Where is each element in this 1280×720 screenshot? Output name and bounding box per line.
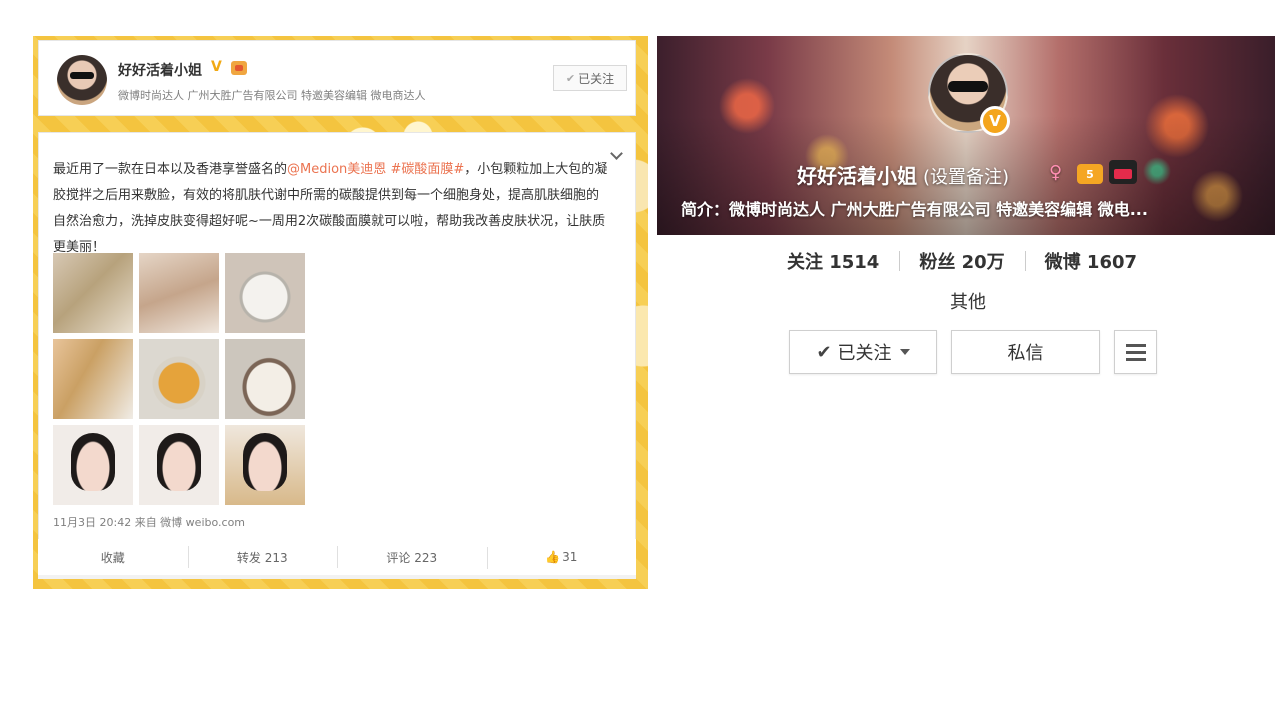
- photo-thumbnail[interactable]: [225, 253, 305, 333]
- caret-down-icon: [899, 349, 910, 355]
- other-link[interactable]: 其他: [920, 288, 1016, 314]
- private-message-button[interactable]: 私信: [951, 330, 1100, 374]
- post-timestamp: 11月3日 20:42 来自 微博 weibo.com: [53, 516, 246, 529]
- profile-stats: 关注 1514 粉丝 20万 微博 1607: [757, 248, 1167, 274]
- thumbs-up-icon: 👍: [545, 550, 561, 564]
- comment-button[interactable]: 评论 223: [337, 545, 487, 568]
- avatar[interactable]: [57, 55, 107, 105]
- like-button[interactable]: 👍 31: [486, 547, 637, 569]
- divider: [38, 575, 636, 579]
- verified-icon: V: [980, 106, 1010, 136]
- post-card: 最近用了一款在日本以及香港享誉盛名的@Medion美迪恩 #碳酸面膜#，小包颗粒…: [38, 132, 636, 576]
- profile-name[interactable]: 好好活着小姐: [118, 60, 202, 80]
- more-menu-button[interactable]: [1114, 330, 1157, 374]
- photo-thumbnail[interactable]: [139, 425, 219, 505]
- sunglasses-shape: [70, 72, 94, 79]
- photo-thumbnail[interactable]: [53, 253, 133, 333]
- weibo-post-screenshot: 好好活着小姐 V 微博时尚达人 广州大胜广告有限公司 特邀美容编辑 微电商达人 …: [33, 36, 648, 589]
- photo-thumbnail[interactable]: [139, 339, 219, 419]
- hamburger-icon: [1125, 357, 1146, 361]
- photo-grid: [53, 253, 313, 505]
- photo-thumbnail[interactable]: [53, 339, 133, 419]
- hamburger-icon: [1125, 350, 1146, 354]
- photo-thumbnail[interactable]: [225, 339, 305, 419]
- like-count: 31: [562, 550, 578, 564]
- posts-count[interactable]: 微博 1607: [1024, 248, 1157, 274]
- followed-dropdown-button[interactable]: ✔ 已关注: [789, 330, 937, 374]
- photo-thumbnail[interactable]: [225, 425, 305, 505]
- photo-thumbnail[interactable]: [139, 253, 219, 333]
- set-remark-link[interactable]: (设置备注): [923, 167, 1009, 188]
- check-icon: ✔: [816, 341, 832, 363]
- banner-name-text: 好好活着小姐: [797, 164, 917, 188]
- followed-label: 已关注: [578, 71, 615, 86]
- banner-profile-name: 好好活着小姐 (设置备注): [797, 160, 1009, 189]
- followed-button[interactable]: ✔ 已关注: [553, 65, 627, 91]
- topic-link[interactable]: #碳酸面膜#: [390, 162, 464, 177]
- repost-button[interactable]: 转发 213: [187, 545, 338, 568]
- followers-count[interactable]: 粉丝 20万: [899, 248, 1024, 274]
- profile-description: 微博时尚达人 广州大胜广告有限公司 特邀美容编辑 微电商达人: [118, 89, 426, 102]
- favorite-button[interactable]: 收藏: [38, 549, 188, 566]
- mention-link[interactable]: @Medion美迪恩: [287, 162, 386, 177]
- chevron-down-icon[interactable]: [610, 147, 623, 160]
- post-text-start: 最近用了一款在日本以及香港享誉盛名的: [53, 162, 288, 177]
- post-text: 最近用了一款在日本以及香港享誉盛名的@Medion美迪恩 #碳酸面膜#，小包颗粒…: [53, 157, 608, 261]
- followed-label: 已关注: [837, 343, 892, 364]
- following-count[interactable]: 关注 1514: [767, 248, 899, 274]
- verified-icon: V: [211, 59, 222, 75]
- profile-card: 好好活着小姐 V 微博时尚达人 广州大胜广告有限公司 特邀美容编辑 微电商达人 …: [38, 40, 636, 116]
- vip-crown-icon: [231, 61, 247, 75]
- check-icon: ✔: [565, 71, 576, 85]
- hamburger-icon: [1125, 343, 1146, 347]
- female-icon: ♀: [1049, 162, 1063, 183]
- profile-intro: 简介：微博时尚达人 广州大胜广告有限公司 特邀美容编辑 微电...: [681, 200, 1148, 219]
- tmall-icon[interactable]: [1109, 160, 1137, 184]
- profile-banner: V 好好活着小姐 (设置备注) ♀ 5 简介：微博时尚达人 广州大胜广告有限公司 …: [657, 36, 1275, 235]
- sunglasses-shape: [948, 81, 988, 92]
- photo-thumbnail[interactable]: [53, 425, 133, 505]
- post-action-bar: 收藏 转发 213 评论 223 👍 31: [38, 539, 636, 575]
- level-icon[interactable]: 5: [1077, 164, 1103, 184]
